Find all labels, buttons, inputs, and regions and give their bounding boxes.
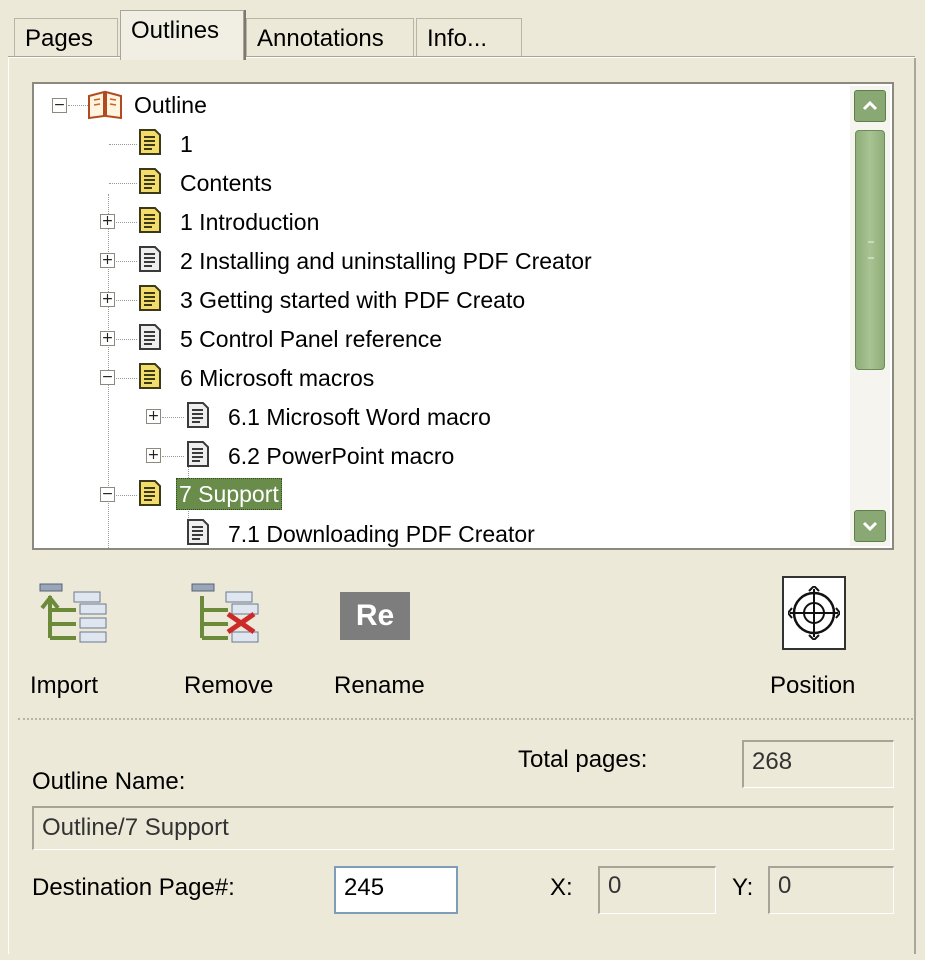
import-button[interactable]: Import (30, 578, 120, 708)
y-label: Y: (732, 874, 754, 901)
tree-item-label[interactable]: 6.1 Microsoft Word macro (226, 402, 493, 432)
position-label: Position (770, 672, 856, 699)
tree-expand-toggle[interactable]: + (146, 448, 161, 463)
page-icon (187, 441, 209, 467)
tab-outlines[interactable]: Outlines (120, 10, 244, 60)
import-label: Import (30, 672, 99, 699)
x-label: X: (550, 874, 573, 901)
page-icon (187, 402, 209, 428)
tree-expand-toggle[interactable]: + (100, 253, 115, 268)
chevron-up-icon (862, 101, 878, 111)
page-icon (139, 168, 161, 194)
tree-scrollbar[interactable] (850, 86, 890, 546)
tree-item-label[interactable]: 7.1 Downloading PDF Creator (226, 519, 537, 548)
page-icon (187, 519, 209, 545)
tab-bar: Pages Outlines Annotations Info... (8, 8, 913, 60)
rename-icon: Re (340, 592, 410, 640)
tab-annotations-label: Annotations (257, 25, 384, 52)
tree-item-label[interactable]: Contents (178, 168, 274, 198)
page-icon (139, 363, 161, 389)
tab-info[interactable]: Info... (416, 18, 522, 58)
tab-annotations[interactable]: Annotations (246, 18, 414, 58)
scroll-down-button[interactable] (854, 510, 886, 542)
tree-item-label[interactable]: 1 (178, 129, 195, 159)
destination-page-input[interactable]: 245 (334, 866, 458, 914)
total-pages-label: Total pages: (518, 746, 648, 773)
y-field: 0 (768, 866, 894, 914)
page-icon (139, 246, 161, 272)
x-field: 0 (598, 866, 716, 914)
tab-outlines-label: Outlines (131, 17, 220, 44)
tree-collapse-toggle[interactable]: − (100, 487, 115, 502)
tree-hline (116, 378, 137, 379)
crosshair-icon (788, 586, 840, 640)
remove-icon (191, 583, 259, 643)
outline-tree[interactable]: − Outline 1 Contents + 1 Introduction + … (32, 82, 894, 550)
tree-item-label[interactable]: 6.2 PowerPoint macro (226, 441, 456, 471)
tree-expand-toggle[interactable]: + (146, 409, 161, 424)
tab-pages[interactable]: Pages (14, 18, 118, 58)
remove-button[interactable]: Remove (182, 578, 292, 708)
tree-root-label[interactable]: Outline (132, 90, 209, 120)
tree-collapse-toggle[interactable]: − (100, 370, 115, 385)
tree-expand-toggle[interactable]: + (100, 292, 115, 307)
tree-hline (116, 261, 137, 262)
tree-item-label[interactable]: 3 Getting started with PDF Creato (178, 285, 527, 315)
tree-hline (109, 183, 137, 184)
tree-item-label[interactable]: 5 Control Panel reference (178, 324, 444, 354)
tree-hline (116, 300, 137, 301)
open-book-icon (88, 90, 122, 120)
tree-hline (116, 339, 137, 340)
page-icon (139, 480, 161, 506)
rename-label: Rename (334, 672, 425, 699)
tree-item-label[interactable]: 1 Introduction (178, 207, 321, 237)
tree-hline (68, 105, 88, 106)
page-icon (139, 207, 161, 233)
tree-collapse-root[interactable]: − (52, 98, 67, 113)
page-icon (139, 129, 161, 155)
import-icon (39, 583, 107, 643)
tree-hline (162, 417, 184, 418)
position-icon-frame (782, 576, 846, 650)
tree-expand-toggle[interactable]: + (100, 331, 115, 346)
total-pages-field: 268 (742, 740, 894, 788)
scroll-thumb[interactable] (855, 130, 885, 370)
tree-hline (116, 222, 137, 223)
tree-hline (162, 456, 184, 457)
chevron-down-icon (862, 521, 878, 531)
page-icon (139, 324, 161, 350)
destination-page-label: Destination Page#: (32, 874, 235, 901)
remove-label: Remove (184, 672, 274, 699)
outline-name-field: Outline/7 Support (32, 806, 894, 850)
tab-info-label: Info... (427, 25, 488, 52)
tree-item-label-selected[interactable]: 7 Support (176, 478, 282, 510)
tree-item-label[interactable]: 6 Microsoft macros (178, 363, 376, 393)
tree-item-label[interactable]: 2 Installing and uninstalling PDF Creato… (178, 246, 594, 276)
separator (18, 718, 913, 720)
page-icon (139, 285, 161, 311)
position-button[interactable]: Position (768, 574, 868, 708)
outline-name-label: Outline Name: (32, 768, 186, 795)
tree-hline (109, 144, 137, 145)
rename-button[interactable]: Re Rename (332, 578, 442, 708)
tree-hline (116, 495, 137, 496)
tree-content: − Outline 1 Contents + 1 Introduction + … (34, 84, 852, 548)
tree-expand-toggle[interactable]: + (100, 214, 115, 229)
scroll-up-button[interactable] (854, 90, 886, 122)
tab-pages-label: Pages (25, 25, 94, 52)
